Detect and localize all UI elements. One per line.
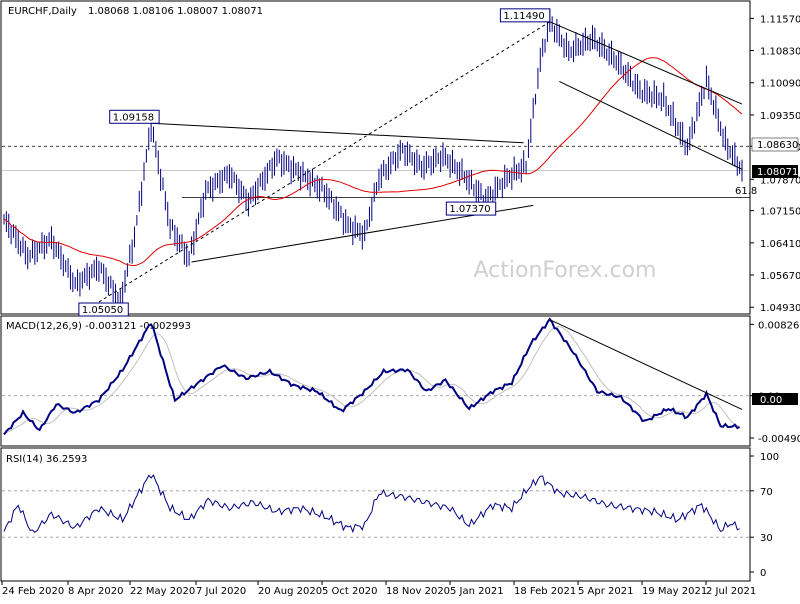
x-tick-label: 5 Jan 2021 — [450, 586, 504, 597]
chart-root: ActionForex.com EURCHF,Daily 1.08068 1.0… — [0, 0, 800, 600]
x-tick-label: 24 Feb 2020 — [2, 586, 64, 597]
price-y-tick-label: 1.07150 — [760, 207, 800, 218]
last-price-label: 1.08071 — [757, 167, 798, 178]
x-tick-label: 18 Feb 2021 — [514, 586, 576, 597]
x-tick-label: 22 May 2020 — [130, 586, 195, 597]
fib-level-label: 61.8 — [735, 186, 757, 197]
rsi-y-tick-label: 70 — [760, 487, 773, 498]
chart-symbol-title: EURCHF,Daily — [8, 6, 77, 17]
chart-ohlc-values: 1.08068 1.08106 1.08007 1.08071 — [88, 6, 263, 17]
x-tick-label: 2 Jul 2021 — [706, 586, 756, 597]
price-y-tick-label: 1.10830 — [760, 47, 800, 58]
x-tick-label: 8 Apr 2020 — [68, 586, 123, 597]
macd-label: MACD(12,26,9) -0.003121 -0.002993 — [6, 321, 191, 332]
price-y-tick-label: 1.04930 — [760, 303, 800, 314]
rsi-label: RSI(14) 36.2593 — [6, 454, 87, 465]
x-tick-label: 5 Apr 2021 — [578, 586, 633, 597]
x-tick-label: 19 May 2021 — [642, 586, 707, 597]
price-y-tick-label: 1.09350 — [760, 111, 800, 122]
pivot-label-text: 1.05050 — [82, 305, 123, 316]
price-y-tick-label: 1.11570 — [760, 14, 800, 25]
rsi-y-tick-label: 100 — [760, 452, 779, 463]
rsi-y-tick-label: 0 — [760, 568, 766, 579]
x-tick-label: 18 Nov 2020 — [386, 586, 450, 597]
macd-last-label: 0.00 — [760, 395, 782, 406]
pivot-label-text: 1.07370 — [449, 204, 490, 215]
price-y-tick-label: 1.05670 — [760, 271, 800, 282]
level-price-label: 1.08630 — [757, 140, 798, 151]
x-tick-label: 7 Jul 2020 — [196, 586, 246, 597]
pivot-label-text: 1.11490 — [503, 11, 544, 22]
rsi-y-tick-label: 30 — [760, 533, 773, 544]
pivot-label-text: 1.09158 — [113, 112, 154, 123]
watermark: ActionForex.com — [474, 258, 657, 283]
macd-y-tick-label: -0.004904 — [758, 434, 800, 445]
x-tick-label: 20 Aug 2020 — [258, 586, 322, 597]
price-y-tick-label: 1.10090 — [760, 79, 800, 90]
price-y-tick-label: 1.06410 — [760, 239, 800, 250]
chart-svg: ActionForex.com EURCHF,Daily 1.08068 1.0… — [0, 0, 800, 597]
macd-y-tick-label: 0.008263 — [758, 320, 800, 331]
x-tick-label: 5 Oct 2020 — [322, 586, 377, 597]
rsi-panel-frame — [0, 447, 751, 582]
